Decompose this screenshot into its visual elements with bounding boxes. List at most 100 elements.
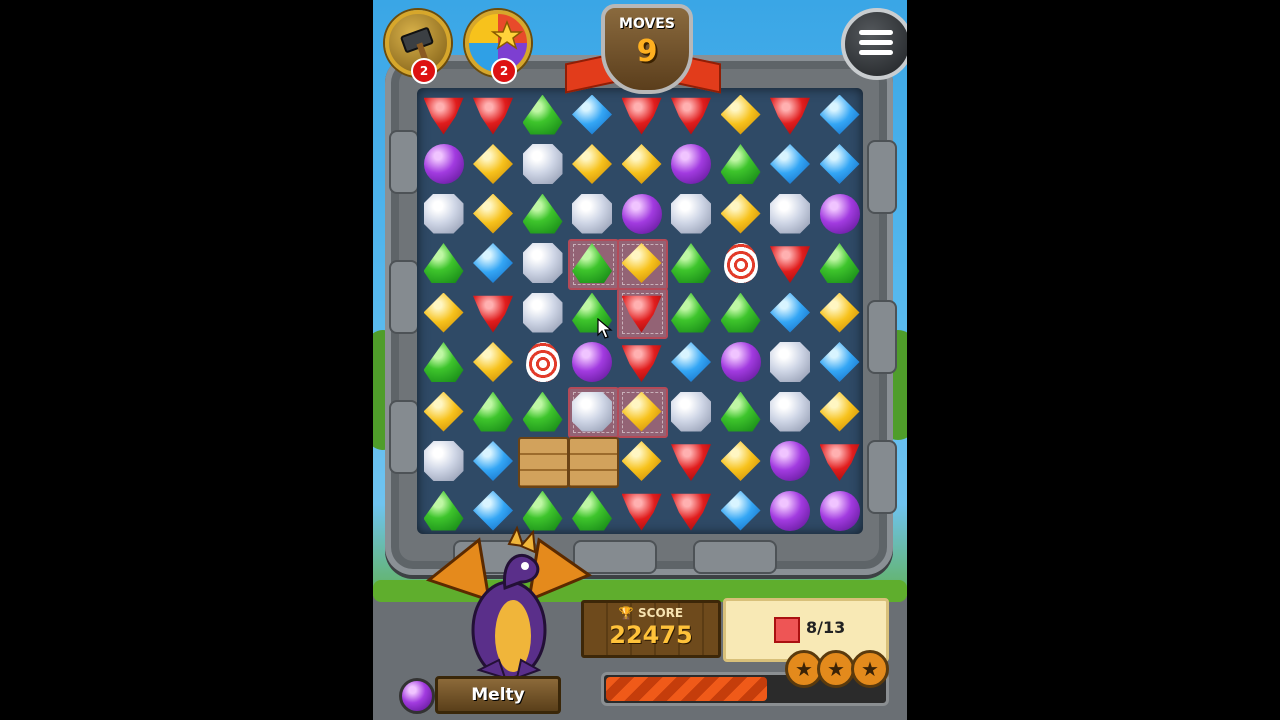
white-gem-icon [572, 193, 612, 234]
board-cell[interactable] [766, 387, 815, 436]
board-cell[interactable] [766, 189, 815, 238]
board-cell[interactable] [518, 239, 567, 288]
board-cell[interactable] [716, 387, 765, 436]
board-cell[interactable] [469, 288, 518, 337]
purple-gem-icon [572, 342, 612, 382]
white-gem-icon [522, 292, 563, 333]
board-cell[interactable] [419, 140, 468, 189]
board-cell[interactable] [419, 437, 468, 486]
green-gem-icon [423, 342, 464, 382]
board-cell[interactable] [766, 288, 815, 337]
board-cell[interactable] [667, 90, 716, 139]
moves-counter: MOVES 9 [601, 4, 693, 94]
board-cell[interactable] [716, 437, 765, 486]
power-orb[interactable] [399, 678, 435, 714]
pink-tile-icon [774, 617, 800, 643]
board-cell[interactable] [716, 338, 765, 387]
board-cell[interactable] [766, 90, 815, 139]
board-cell[interactable] [469, 239, 518, 288]
score-panel: 🏆 SCORE 22475 [581, 600, 721, 658]
yellow-gem-icon [473, 342, 513, 382]
board-cell[interactable] [667, 338, 716, 387]
board-cell[interactable] [617, 387, 666, 436]
board-cell[interactable] [518, 288, 567, 337]
board-cell[interactable] [815, 387, 864, 436]
board-cell[interactable] [617, 140, 666, 189]
board-cell[interactable] [419, 338, 468, 387]
board-cell[interactable] [815, 189, 864, 238]
board-cell[interactable] [815, 486, 864, 535]
board-cell[interactable] [469, 189, 518, 238]
board-cell[interactable] [469, 437, 518, 486]
board-cell[interactable] [766, 437, 815, 486]
board-cell[interactable] [617, 90, 666, 139]
board-cell[interactable] [716, 288, 765, 337]
board-cell[interactable] [766, 486, 815, 535]
dragon-character [425, 525, 593, 680]
board-cell[interactable] [667, 189, 716, 238]
board-cell[interactable] [716, 140, 765, 189]
board-cell[interactable] [469, 90, 518, 139]
board-cell[interactable] [518, 90, 567, 139]
red-gem-icon [671, 97, 711, 135]
board-cell[interactable] [617, 288, 666, 337]
egg-special-icon [723, 243, 758, 283]
board-cell[interactable] [815, 437, 864, 486]
board-cell[interactable] [568, 338, 617, 387]
board-cell[interactable] [667, 437, 716, 486]
board-cell[interactable] [617, 437, 666, 486]
board-cell[interactable] [766, 338, 815, 387]
board-cell[interactable] [419, 239, 468, 288]
board-cell[interactable] [667, 239, 716, 288]
board-cell[interactable] [419, 90, 468, 139]
board-cell[interactable] [419, 387, 468, 436]
board-cell[interactable] [667, 486, 716, 535]
board-cell[interactable] [815, 338, 864, 387]
blue-gem-icon [819, 144, 860, 184]
game-board[interactable] [417, 88, 863, 534]
board-cell[interactable] [518, 189, 567, 238]
menu-button[interactable] [841, 8, 907, 80]
board-cell[interactable] [815, 140, 864, 189]
board-cell[interactable] [469, 140, 518, 189]
board-cell[interactable] [617, 338, 666, 387]
board-cell[interactable] [667, 387, 716, 436]
board-cell[interactable] [716, 189, 765, 238]
board-cell[interactable] [518, 387, 567, 436]
board-cell[interactable] [518, 140, 567, 189]
board-cell[interactable] [419, 288, 468, 337]
board-cell[interactable] [716, 486, 765, 535]
board-cell[interactable] [568, 387, 617, 436]
hammer-booster-button[interactable]: 2 [385, 10, 451, 84]
board-cell[interactable] [815, 288, 864, 337]
board-cell[interactable] [667, 140, 716, 189]
board-cell[interactable] [815, 90, 864, 139]
yellow-gem-icon [621, 243, 662, 283]
board-cell[interactable] [617, 486, 666, 535]
board-cell[interactable] [568, 90, 617, 139]
white-gem-icon [572, 391, 612, 432]
board-cell[interactable] [766, 140, 815, 189]
board-cell[interactable] [766, 239, 815, 288]
board-cell[interactable] [568, 189, 617, 238]
green-gem-icon [720, 391, 761, 432]
board-cell[interactable] [419, 189, 468, 238]
board-cell[interactable] [815, 239, 864, 288]
yellow-gem-icon [621, 441, 662, 481]
board-cell[interactable] [469, 387, 518, 436]
white-gem-icon [671, 193, 711, 234]
purple-gem-icon [819, 490, 860, 531]
board-cell[interactable] [617, 239, 666, 288]
board-cell[interactable] [716, 239, 765, 288]
board-cell[interactable] [617, 189, 666, 238]
red-gem-icon [770, 246, 810, 283]
board-cell[interactable] [716, 90, 765, 139]
board-cell[interactable] [568, 140, 617, 189]
board-cell[interactable] [568, 239, 617, 288]
star-booster-button[interactable]: 2 [465, 10, 531, 84]
yellow-gem-icon [621, 391, 662, 432]
board-cell[interactable] [667, 288, 716, 337]
board-cell[interactable] [469, 338, 518, 387]
blue-gem-icon [770, 292, 810, 333]
board-cell[interactable] [518, 338, 567, 387]
